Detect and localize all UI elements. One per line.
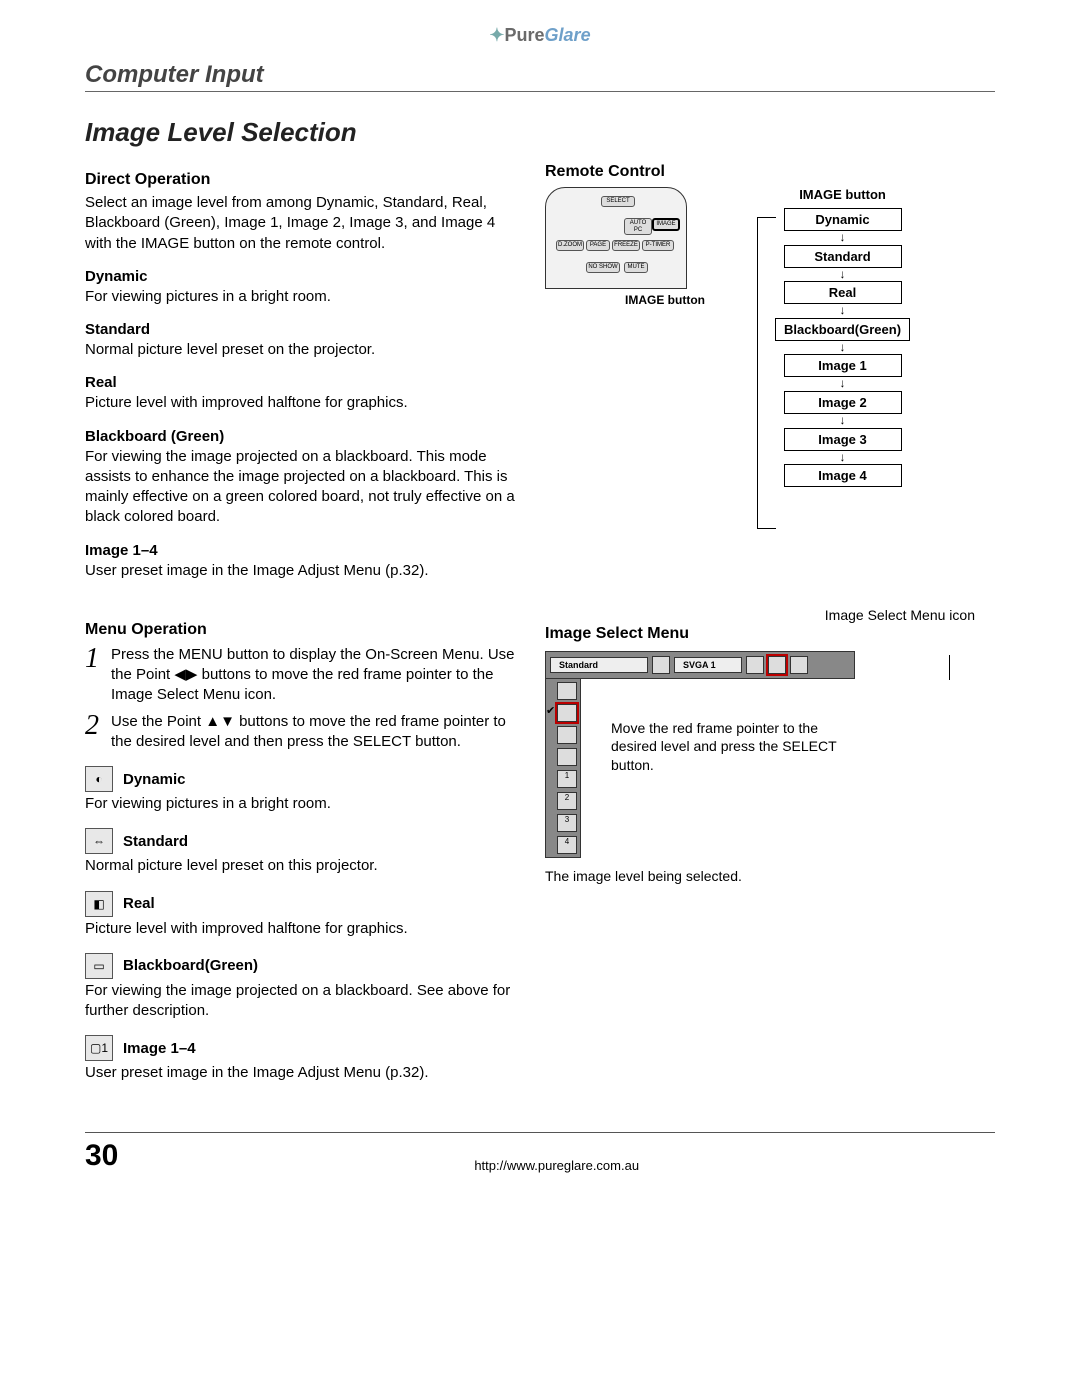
flow-dynamic: Dynamic (784, 208, 902, 231)
icon-image14-title: Image 1–4 (123, 1040, 196, 1057)
checkmark-icon: ✔ (546, 704, 555, 717)
real-icon: ◧ (85, 891, 113, 917)
step-1-text: Press the MENU button to display the On-… (111, 645, 525, 706)
def-blackboard-title: Blackboard (Green) (85, 428, 525, 445)
step-2-text: Use the Point ▲▼ buttons to move the red… (111, 712, 525, 753)
icon-real-row: ◧ Real (85, 891, 525, 917)
down-arrow-icon: ↓ (840, 379, 846, 389)
image-select-icon-label: Image Select Menu icon (545, 607, 995, 623)
flow-blackboard: Blackboard(Green) (775, 318, 910, 341)
menu-callout: Move the red frame pointer to the desire… (611, 679, 855, 858)
down-arrow-icon: ↓ (840, 416, 846, 426)
icon-real-title: Real (123, 895, 155, 912)
down-arrow-icon: ↓ (840, 453, 846, 463)
image-select-heading: Image Select Menu (545, 625, 995, 643)
page-title: Image Level Selection (85, 117, 995, 148)
image-button-flow: IMAGE button Dynamic ↓ Standard ↓ Real ↓… (775, 187, 910, 487)
def-dynamic-desc: For viewing pictures in a bright room. (85, 287, 525, 307)
flow-standard: Standard (784, 245, 902, 268)
def-real-title: Real (85, 374, 525, 391)
flow-image3: Image 3 (784, 428, 902, 451)
menu-bar-icon (746, 656, 764, 674)
logo-pure: Pure (505, 25, 545, 45)
standard-icon: ⇔ (85, 828, 113, 854)
logo-icon: ✦ (489, 25, 504, 45)
menu-bar-standard: Standard (550, 657, 648, 673)
remote-noshow-button: NO SHOW (586, 262, 620, 273)
remote-select-button: SELECT (601, 196, 635, 207)
menu-bar-icon (652, 656, 670, 674)
remote-control-illustration: SELECT AUTO PC IMAGE D.ZOOM PAGE FREEZE … (545, 187, 687, 289)
flow-image4: Image 4 (784, 464, 902, 487)
menu-item-standard-selected (557, 704, 577, 722)
menu-item-dynamic (557, 682, 577, 700)
remote-autopc-button: AUTO PC (624, 218, 652, 235)
remote-ptimer-button: P-TIMER (642, 240, 674, 251)
def-image14-desc: User preset image in the Image Adjust Me… (85, 561, 525, 581)
menu-bar-svga: SVGA 1 (674, 657, 742, 673)
icon-blackboard-desc: For viewing the image projected on a bla… (85, 981, 525, 1022)
menu-bar-icon (790, 656, 808, 674)
direct-operation-heading: Direct Operation (85, 171, 525, 189)
down-arrow-icon: ↓ (840, 343, 846, 353)
brand-logo: ✦PureGlare (85, 25, 995, 46)
menu-item-blackboard (557, 748, 577, 766)
icon-blackboard-title: Blackboard(Green) (123, 957, 258, 974)
flow-image2: Image 2 (784, 391, 902, 414)
menu-item-image1: 1 (557, 770, 577, 788)
step-1-number: 1 (85, 645, 99, 706)
step-2-number: 2 (85, 712, 99, 753)
step-1: 1 Press the MENU button to display the O… (85, 645, 525, 706)
flow-real: Real (784, 281, 902, 304)
icon-image14-desc: User preset image in the Image Adjust Me… (85, 1063, 525, 1083)
blackboard-icon: ▭ (85, 953, 113, 979)
def-real-desc: Picture level with improved halftone for… (85, 393, 525, 413)
remote-freeze-button: FREEZE (612, 240, 640, 251)
menu-item-image4: 4 (557, 836, 577, 854)
dynamic-icon: ◐ (85, 766, 113, 792)
direct-operation-intro: Select an image level from among Dynamic… (85, 193, 525, 254)
page-number: 30 (85, 1139, 118, 1173)
icon-dynamic-desc: For viewing pictures in a bright room. (85, 794, 525, 814)
remote-caption: IMAGE button (545, 293, 735, 307)
def-standard-title: Standard (85, 321, 525, 338)
image-select-menu-screenshot: Standard SVGA 1 ✔ (545, 651, 855, 858)
icon-dynamic-title: Dynamic (123, 771, 186, 788)
step-2: 2 Use the Point ▲▼ buttons to move the r… (85, 712, 525, 753)
def-standard-desc: Normal picture level preset on the proje… (85, 340, 525, 360)
def-dynamic-title: Dynamic (85, 268, 525, 285)
remote-image-button: IMAGE (652, 218, 680, 231)
def-blackboard-desc: For viewing the image projected on a bla… (85, 447, 525, 528)
remote-dzoom-button: D.ZOOM (556, 240, 584, 251)
down-arrow-icon: ↓ (840, 270, 846, 280)
remote-mute-button: MUTE (624, 262, 648, 273)
icon-standard-row: ⇔ Standard (85, 828, 525, 854)
remote-control-heading: Remote Control (545, 163, 995, 181)
flow-title: IMAGE button (799, 187, 886, 202)
flow-image1: Image 1 (784, 354, 902, 377)
menu-caption: The image level being selected. (545, 868, 995, 884)
menu-item-image2: 2 (557, 792, 577, 810)
down-arrow-icon: ↓ (840, 306, 846, 316)
logo-glare: Glare (545, 25, 591, 45)
down-arrow-icon: ↓ (840, 233, 846, 243)
icon-dynamic-row: ◐ Dynamic (85, 766, 525, 792)
image14-icon: ▢1 (85, 1035, 113, 1061)
def-image14-title: Image 1–4 (85, 542, 525, 559)
icon-standard-desc: Normal picture level preset on this proj… (85, 856, 525, 876)
footer-url: http://www.pureglare.com.au (118, 1158, 995, 1173)
icon-standard-title: Standard (123, 833, 188, 850)
image-select-menu-icon (768, 656, 786, 674)
icon-image14-row: ▢1 Image 1–4 (85, 1035, 525, 1061)
menu-item-real (557, 726, 577, 744)
remote-page-button: PAGE (586, 240, 610, 251)
icon-real-desc: Picture level with improved halftone for… (85, 919, 525, 939)
menu-operation-heading: Menu Operation (85, 621, 525, 639)
menu-item-image3: 3 (557, 814, 577, 832)
icon-blackboard-row: ▭ Blackboard(Green) (85, 953, 525, 979)
section-header: Computer Input (85, 61, 995, 92)
